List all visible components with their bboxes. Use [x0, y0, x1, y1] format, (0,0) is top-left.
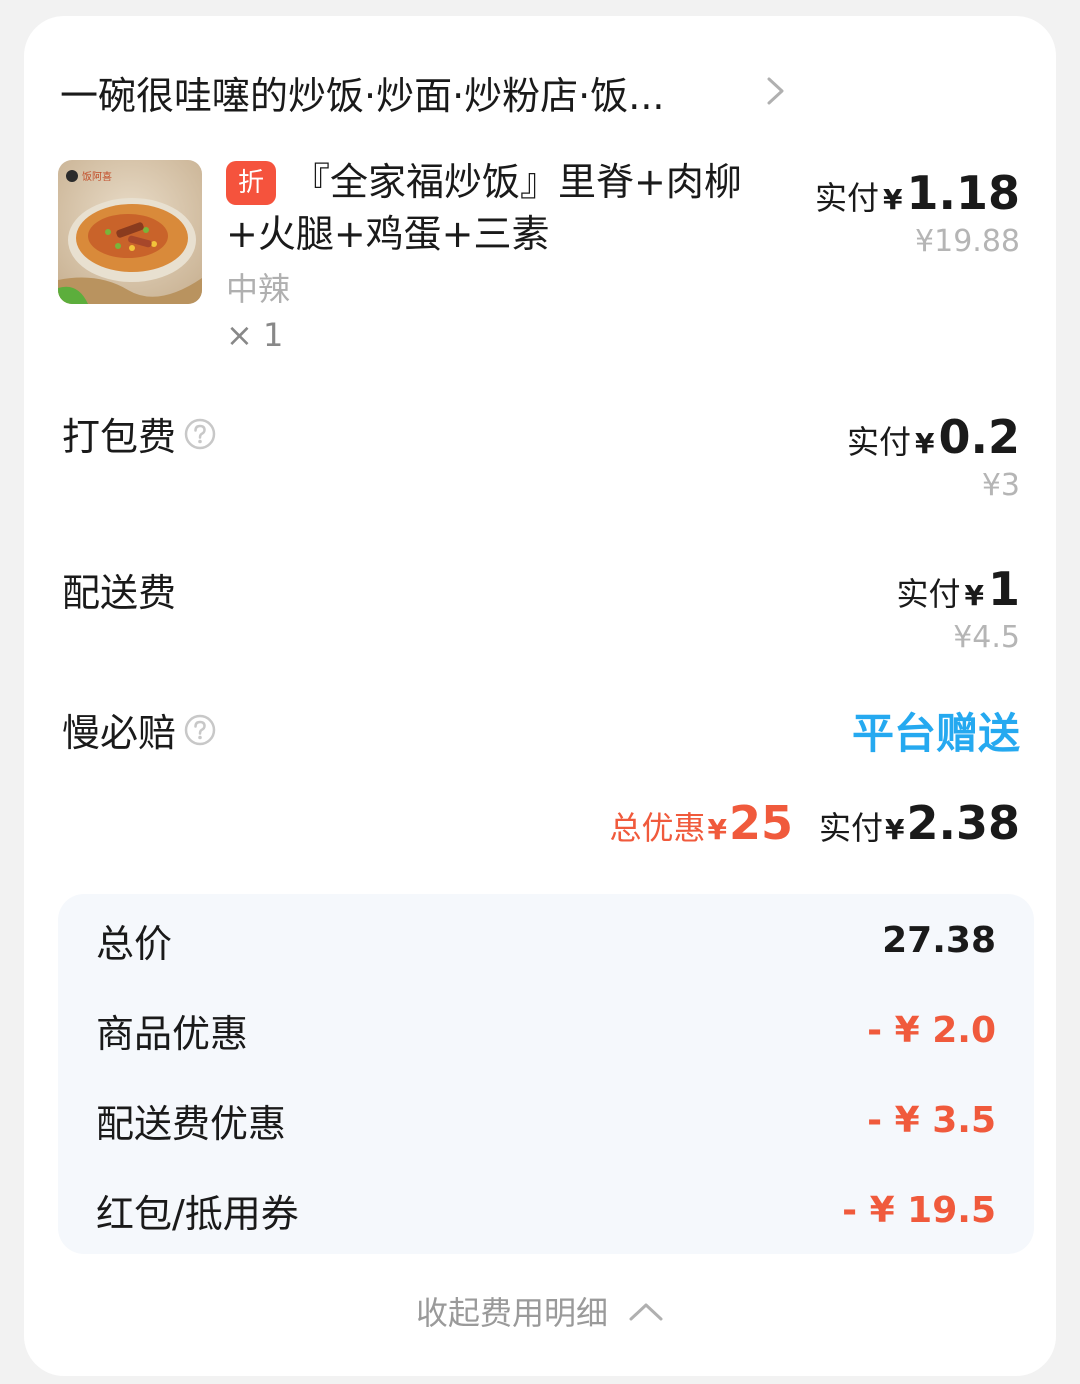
packaging-fee-paid: 0.2 [938, 410, 1021, 464]
discount-badge: 折 [226, 161, 276, 205]
total-paid-label: 实付 [819, 809, 884, 847]
item-paid-amount: 1.18 [906, 166, 1021, 220]
help-icon[interactable] [184, 418, 216, 450]
collapse-label: 收起费用明细 [415, 1294, 608, 1332]
breakdown-row: 红包/抵用券 - ¥ 19.5 [96, 1180, 996, 1240]
order-summary: 总优惠 ¥25 实付 ¥2.38 [609, 796, 1020, 850]
slow-guarantee-text: 慢必赔 [62, 711, 177, 755]
currency-symbol: ¥ [964, 579, 984, 612]
paid-label: 实付 [896, 575, 961, 613]
paid-label: 实付 [815, 179, 880, 217]
item-title[interactable]: 折『全家福炒饭』里脊+肉柳+火腿+鸡蛋+三素 [226, 156, 766, 260]
delivery-fee-original: ¥4.5 [953, 620, 1020, 655]
item-title-text: 『全家福炒饭』里脊+肉柳+火腿+鸡蛋+三素 [226, 160, 742, 256]
breakdown-row: 商品优惠 - ¥ 2.0 [96, 1000, 996, 1060]
breakdown-label: 配送费优惠 [96, 1101, 287, 1146]
breakdown-value: 27.38 [882, 919, 996, 961]
breakdown-row: 总价 27.38 [96, 910, 996, 970]
collapse-details-button[interactable]: 收起费用明细 [24, 1288, 1056, 1334]
paid-label: 实付 [847, 423, 912, 461]
breakdown-label: 商品优惠 [96, 1011, 249, 1056]
breakdown-label: 总价 [96, 921, 173, 966]
delivery-fee-paid: 1 [987, 562, 1020, 616]
item-price: 实付 ¥1.18 ¥19.88 [815, 166, 1020, 259]
item-thumbnail[interactable]: 饭阿喜 [58, 160, 202, 304]
currency-symbol: ¥ [885, 813, 905, 846]
breakdown-value: - ¥ 19.5 [842, 1189, 996, 1231]
order-cost-card: 一碗很哇噻的炒饭·炒面·炒粉店·饭... 饭阿喜 折 『全家福炒饭』里脊+肉柳+… [24, 16, 1056, 1376]
currency-symbol: ¥ [915, 427, 935, 460]
total-discount-amount: 25 [728, 796, 793, 850]
slow-guarantee-label[interactable]: 慢必赔 [62, 702, 216, 757]
packaging-fee-price: 实付 ¥0.2 ¥3 [847, 410, 1020, 503]
breakdown-value: - ¥ 2.0 [867, 1009, 996, 1051]
thumb-logo-text: 饭阿喜 [82, 170, 112, 183]
currency-symbol: ¥ [707, 813, 727, 846]
store-name: 一碗很哇噻的炒饭·炒面·炒粉店·饭... [60, 73, 665, 118]
chevron-right-icon [767, 77, 784, 105]
breakdown-label: 红包/抵用券 [96, 1191, 299, 1236]
packaging-fee-label[interactable]: 打包费 [62, 406, 216, 461]
cost-breakdown-panel: 总价 27.38 商品优惠 - ¥ 2.0 配送费优惠 - ¥ 3.5 红包/抵… [58, 894, 1034, 1254]
item-spec: 中辣 [226, 270, 291, 308]
currency-symbol: ¥ [883, 183, 903, 216]
total-paid-amount: 2.38 [906, 796, 1021, 850]
delivery-fee-text: 配送费 [62, 571, 177, 615]
packaging-fee-original: ¥3 [981, 468, 1020, 503]
total-discount-label: 总优惠 [609, 809, 706, 847]
platform-gift-value: 平台赠送 [851, 709, 1020, 758]
delivery-fee-label: 配送费 [62, 562, 176, 617]
item-original-price: ¥19.88 [915, 224, 1020, 259]
chevron-up-icon [629, 1303, 663, 1321]
breakdown-row: 配送费优惠 - ¥ 3.5 [96, 1090, 996, 1150]
help-icon[interactable] [184, 714, 216, 746]
store-link[interactable]: 一碗很哇噻的炒饭·炒面·炒粉店·饭... [60, 64, 784, 120]
delivery-fee-price: 实付 ¥1 ¥4.5 [896, 562, 1020, 655]
breakdown-value: - ¥ 3.5 [867, 1099, 996, 1141]
packaging-fee-text: 打包费 [62, 415, 177, 459]
item-quantity: × 1 [226, 316, 284, 354]
